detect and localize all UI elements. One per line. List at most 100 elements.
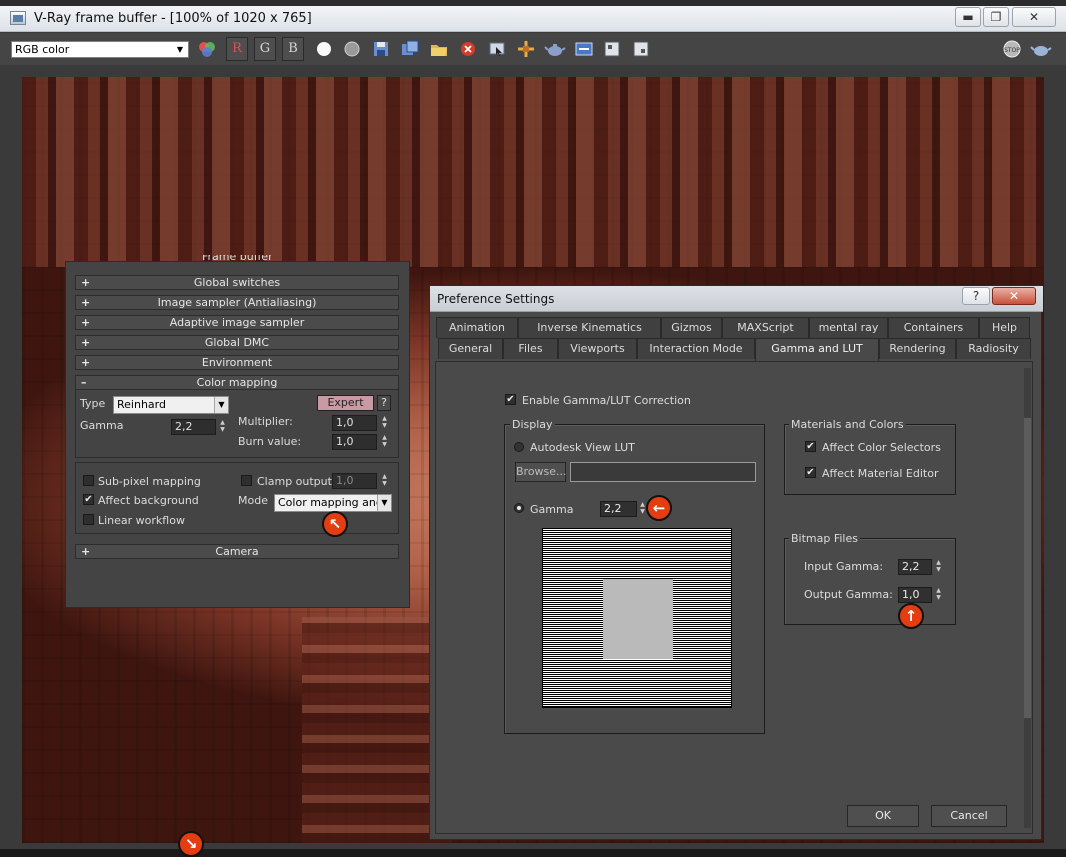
tab-inverse-kinematics[interactable]: Inverse Kinematics: [518, 317, 661, 338]
rollout-environment[interactable]: + Environment: [75, 355, 399, 370]
output-gamma-spinner[interactable]: 1,0: [898, 587, 932, 603]
linear-workflow-label: Linear workflow: [98, 514, 185, 527]
rollout-camera[interactable]: + Camera: [75, 544, 399, 559]
blue-channel-button[interactable]: B: [282, 37, 304, 61]
bitmap-files-group: [784, 538, 956, 625]
minimize-button[interactable]: ▬: [955, 7, 981, 27]
save-all-icon[interactable]: [399, 38, 421, 60]
multiplier-spinner[interactable]: 1,0: [332, 415, 377, 431]
tab-help[interactable]: Help: [979, 317, 1030, 338]
subpixel-checkbox[interactable]: [83, 475, 94, 486]
preference-title: Preference Settings: [437, 292, 555, 306]
stop-render-icon[interactable]: STOP: [1001, 38, 1023, 60]
channel-select[interactable]: RGB color ▼: [11, 41, 189, 58]
clear-image-icon[interactable]: [457, 38, 479, 60]
input-gamma-spinner[interactable]: 2,2: [898, 559, 932, 575]
display-group-title: Display: [510, 418, 555, 431]
link-to-render-icon[interactable]: [573, 38, 595, 60]
clamp-level-spinner[interactable]: 1,0: [332, 473, 377, 489]
scrollbar-thumb[interactable]: [1024, 418, 1031, 718]
mode-dropdown-value: Color mapping and g: [278, 496, 392, 509]
tab-radiosity[interactable]: Radiosity: [956, 338, 1031, 359]
rollout-expand-sign: +: [81, 336, 91, 349]
input-gamma-spinner-arrows[interactable]: ▲ ▼: [933, 559, 944, 575]
gamma-test-center: [603, 579, 673, 659]
enable-gamma-checkbox[interactable]: ✔: [505, 394, 516, 405]
gray-dot-icon[interactable]: [341, 38, 363, 60]
burn-value-label: Burn value:: [238, 435, 302, 448]
clamp-output-label: Clamp output: [257, 475, 332, 488]
multiplier-label: Multiplier:: [238, 415, 293, 428]
tab-interaction-mode[interactable]: Interaction Mode: [637, 338, 755, 359]
tab-maxscript[interactable]: MAXScript: [722, 317, 809, 338]
tab-viewports[interactable]: Viewports: [558, 338, 637, 359]
rollout-label: Global DMC: [204, 336, 270, 349]
white-dot-icon[interactable]: [313, 38, 335, 60]
burn-value-spinner[interactable]: 1,0: [332, 434, 377, 450]
rollout-expand-sign: +: [81, 316, 91, 329]
rollout-image-sampler[interactable]: + Image sampler (Antialiasing): [75, 295, 399, 310]
green-channel-button[interactable]: G: [254, 37, 276, 61]
annotation-arrow-mode: ↖: [322, 511, 348, 537]
vfb-history-icon[interactable]: [601, 38, 623, 60]
tab-containers[interactable]: Containers: [888, 317, 979, 338]
red-channel-button[interactable]: R: [226, 37, 248, 61]
browse-button[interactable]: Browse...: [515, 462, 567, 482]
output-gamma-spinner-arrows[interactable]: ▲ ▼: [933, 587, 944, 603]
rollout-adaptive-sampler[interactable]: + Adaptive image sampler: [75, 315, 399, 330]
clamp-level-spinner-arrows[interactable]: ▲ ▼: [379, 473, 390, 489]
ok-button[interactable]: OK: [847, 805, 919, 827]
rollout-global-dmc[interactable]: + Global DMC: [75, 335, 399, 350]
tab-gamma-and-lut[interactable]: Gamma and LUT: [755, 338, 879, 362]
type-dropdown[interactable]: Reinhard ▼: [113, 396, 229, 414]
subpixel-label: Sub-pixel mapping: [98, 475, 201, 488]
affect-background-checkbox[interactable]: ✔: [83, 494, 94, 505]
display-gamma-spinner[interactable]: 2,2: [600, 501, 637, 517]
burn-value-spinner-arrows[interactable]: ▲ ▼: [379, 434, 390, 450]
chevron-down-icon: ▼: [377, 495, 391, 511]
open-folder-icon[interactable]: [428, 38, 450, 60]
save-icon[interactable]: [370, 38, 392, 60]
radio-selected-dot: [517, 506, 521, 510]
close-button[interactable]: ✕: [1012, 7, 1056, 27]
dialog-help-button[interactable]: ?: [962, 287, 990, 305]
mode-dropdown[interactable]: Color mapping and g ▼: [274, 494, 392, 512]
chevron-down-icon: ▼: [214, 397, 228, 413]
gamma-spinner[interactable]: 2,2: [171, 419, 216, 435]
autodesk-lut-radio[interactable]: [514, 442, 524, 452]
tab-files[interactable]: Files: [503, 338, 558, 359]
color-correction-icon[interactable]: [196, 38, 218, 60]
gamma-radio[interactable]: [514, 503, 524, 513]
tab-animation[interactable]: Animation: [436, 317, 518, 338]
autodesk-lut-label: Autodesk View LUT: [530, 441, 635, 454]
clamp-output-checkbox[interactable]: [241, 475, 252, 486]
rollout-color-mapping[interactable]: – Color mapping: [75, 375, 399, 390]
linear-workflow-checkbox[interactable]: [83, 514, 94, 525]
cancel-button[interactable]: Cancel: [931, 805, 1007, 827]
restore-button[interactable]: ❐: [983, 7, 1009, 27]
page-scrollbar[interactable]: [1024, 368, 1031, 828]
gamma-spinner-arrows[interactable]: ▲ ▼: [217, 419, 228, 435]
lut-path-field[interactable]: [570, 462, 756, 482]
tab-mental-ray[interactable]: mental ray: [809, 317, 888, 338]
tab-general[interactable]: General: [438, 338, 503, 359]
track-mouse-icon[interactable]: [486, 38, 508, 60]
rollout-global-switches[interactable]: + Global switches: [75, 275, 399, 290]
render-teapot-icon[interactable]: [1030, 38, 1052, 60]
output-gamma-label: Output Gamma:: [804, 588, 893, 601]
help-button[interactable]: ?: [377, 395, 391, 411]
expert-button[interactable]: Expert: [317, 395, 374, 411]
tab-rendering[interactable]: Rendering: [879, 338, 956, 359]
svg-text:STOP: STOP: [1004, 47, 1020, 54]
affect-material-editor-checkbox[interactable]: ✔: [805, 467, 816, 478]
rollout-label: Color mapping: [196, 376, 278, 389]
multiplier-spinner-arrows[interactable]: ▲ ▼: [379, 415, 390, 431]
preference-settings-dialog: Preference Settings ? ✕ Animation Invers…: [429, 285, 1043, 840]
lens-effects-icon[interactable]: [630, 38, 652, 60]
region-render-icon[interactable]: [515, 38, 537, 60]
dialog-close-button[interactable]: ✕: [992, 287, 1036, 305]
teapot-icon[interactable]: [544, 38, 566, 60]
annotation-arrow-output-gamma: ↑: [898, 603, 924, 629]
tab-gizmos[interactable]: Gizmos: [661, 317, 722, 338]
affect-color-selectors-checkbox[interactable]: ✔: [805, 441, 816, 452]
